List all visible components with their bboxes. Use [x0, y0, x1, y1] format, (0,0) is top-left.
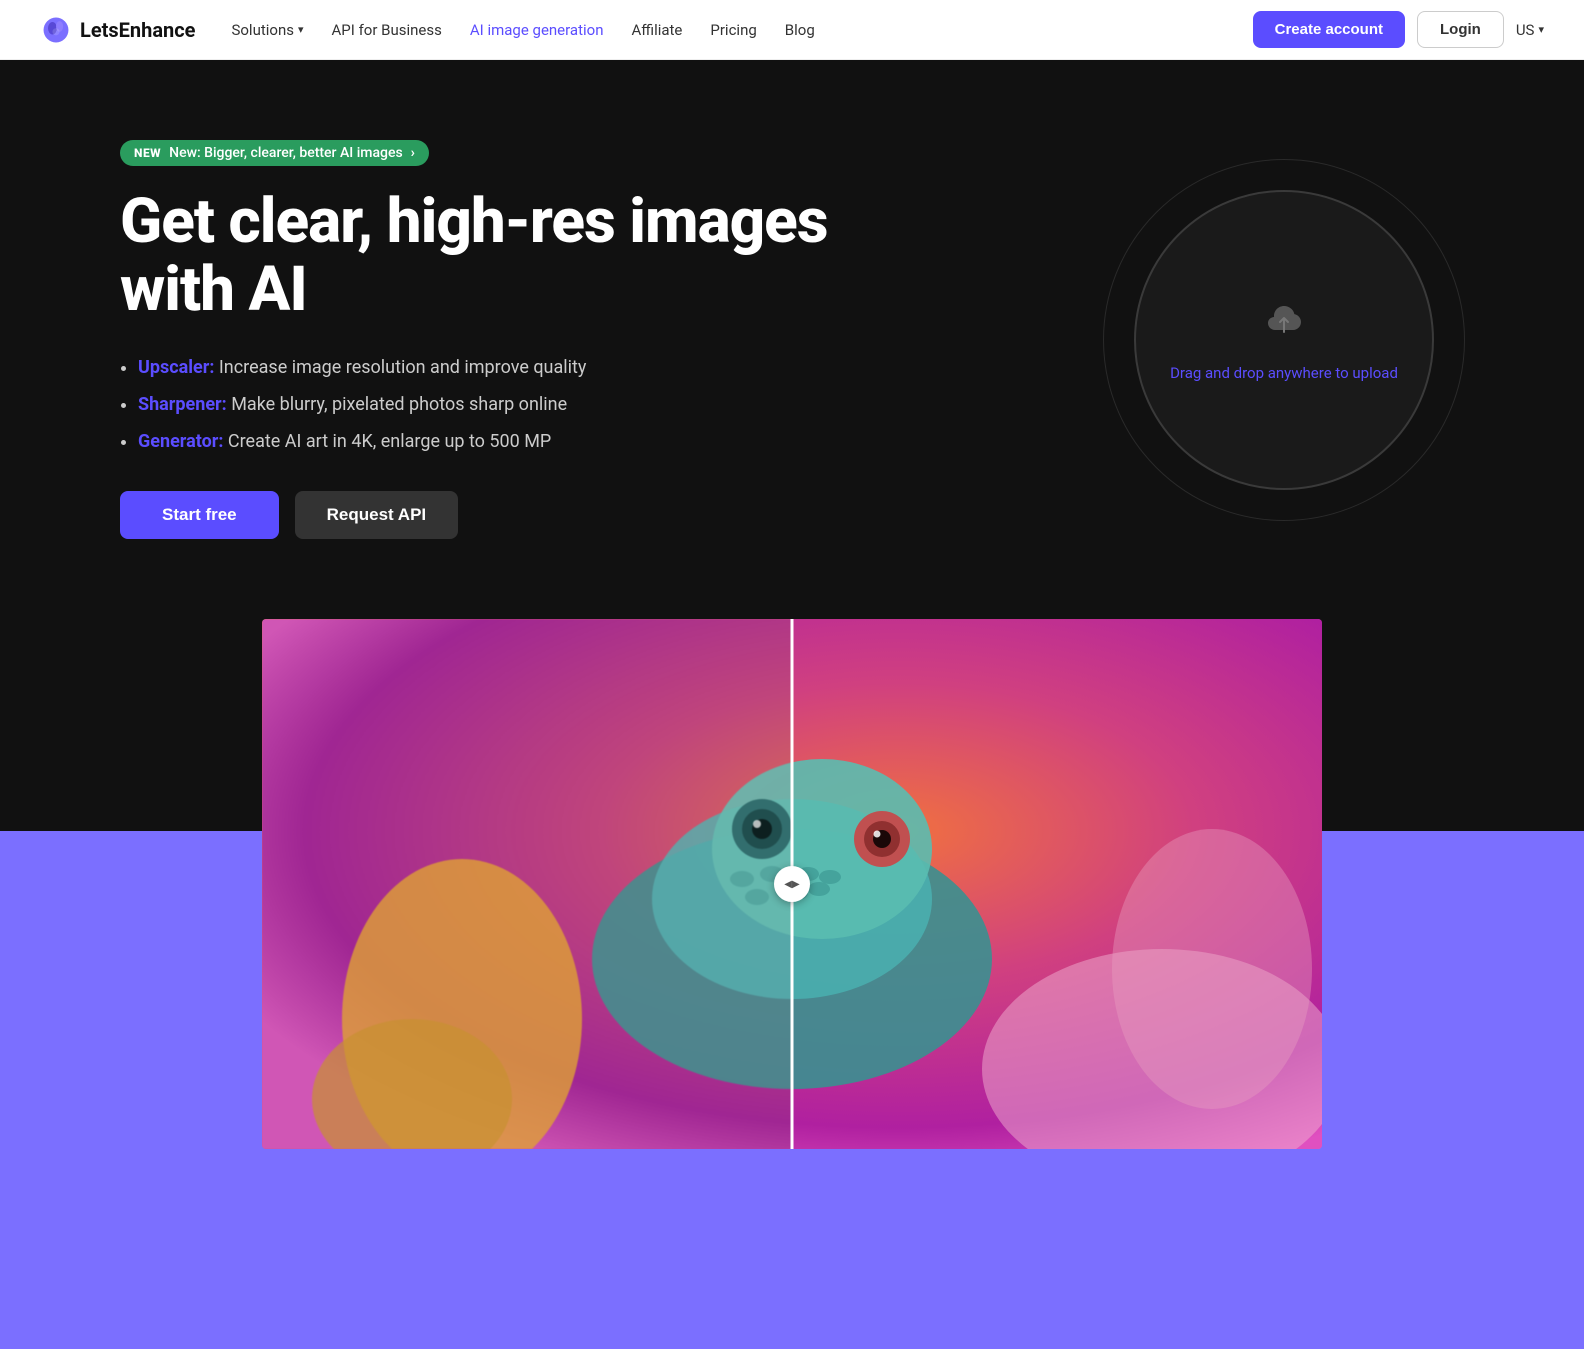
hero-content: NEW New: Bigger, clearer, better AI imag…	[120, 140, 840, 539]
badge-arrow-icon: ›	[411, 145, 415, 161]
hero-section: NEW New: Bigger, clearer, better AI imag…	[0, 0, 1584, 619]
nav-pricing[interactable]: Pricing	[710, 21, 756, 39]
brand-name: LetsEnhance	[80, 18, 195, 42]
hero-features-list: Upscaler: Increase image resolution and …	[120, 354, 840, 455]
comparison-handle[interactable]	[774, 866, 810, 902]
badge-new-label: NEW	[134, 146, 161, 160]
locale-selector[interactable]: US ▾	[1516, 21, 1544, 39]
after-image-svg	[792, 619, 1322, 1149]
hero-inner: NEW New: Bigger, clearer, better AI imag…	[0, 60, 1584, 619]
comparison-section	[0, 619, 1584, 1149]
nav-blog[interactable]: Blog	[785, 21, 815, 39]
upscaler-text: Increase image resolution and improve qu…	[219, 357, 587, 378]
upload-link[interactable]: to upload	[1335, 364, 1398, 382]
upload-instruction: Drag and drop anywhere to upload	[1170, 364, 1398, 382]
generator-text: Create AI art in 4K, enlarge up to 500 M…	[228, 431, 551, 452]
generator-label: Generator:	[138, 431, 223, 452]
sharpener-text: Make blurry, pixelated photos sharp onli…	[231, 394, 567, 415]
nav-right: Create account Login US ▾	[1253, 11, 1544, 48]
feature-upscaler: Upscaler: Increase image resolution and …	[138, 354, 840, 381]
logo-icon	[40, 14, 72, 46]
after-image	[792, 619, 1322, 1149]
comparison-image	[262, 619, 1322, 1149]
nav-solutions[interactable]: Solutions ▾	[231, 21, 303, 39]
badge-description: New: Bigger, clearer, better AI images	[169, 145, 403, 161]
before-image-svg	[262, 619, 792, 1149]
nav-affiliate[interactable]: Affiliate	[631, 21, 682, 39]
upload-dropzone[interactable]: Drag and drop anywhere to upload	[1134, 190, 1434, 490]
request-api-button[interactable]: Request API	[295, 491, 459, 539]
feature-generator: Generator: Create AI art in 4K, enlarge …	[138, 428, 840, 455]
upload-area-wrap: Drag and drop anywhere to upload	[1104, 160, 1464, 520]
nav-links: Solutions ▾ API for Business AI image ge…	[231, 21, 814, 39]
hero-title: Get clear, high-res images with AI	[120, 188, 840, 324]
navbar: LetsEnhance Solutions ▾ API for Business…	[0, 0, 1584, 60]
upload-outer-ring: Drag and drop anywhere to upload	[1104, 160, 1464, 520]
new-badge[interactable]: NEW New: Bigger, clearer, better AI imag…	[120, 140, 429, 166]
upscaler-label: Upscaler:	[138, 357, 214, 378]
nav-left: LetsEnhance Solutions ▾ API for Business…	[40, 14, 815, 46]
solutions-chevron: ▾	[298, 23, 304, 36]
upload-cloud-icon	[1260, 298, 1308, 348]
feature-sharpener: Sharpener: Make blurry, pixelated photos…	[138, 391, 840, 418]
logo[interactable]: LetsEnhance	[40, 14, 195, 46]
create-account-button[interactable]: Create account	[1253, 11, 1405, 48]
locale-chevron: ▾	[1538, 23, 1544, 36]
hero-ctas: Start free Request API	[120, 491, 840, 539]
sharpener-label: Sharpener:	[138, 394, 227, 415]
login-button[interactable]: Login	[1417, 11, 1504, 48]
bottom-purple-strip	[0, 1149, 1584, 1349]
nav-ai-image[interactable]: AI image generation	[470, 21, 604, 39]
comparison-container	[262, 619, 1322, 1149]
nav-api[interactable]: API for Business	[332, 21, 442, 39]
start-free-button[interactable]: Start free	[120, 491, 279, 539]
before-image	[262, 619, 792, 1149]
